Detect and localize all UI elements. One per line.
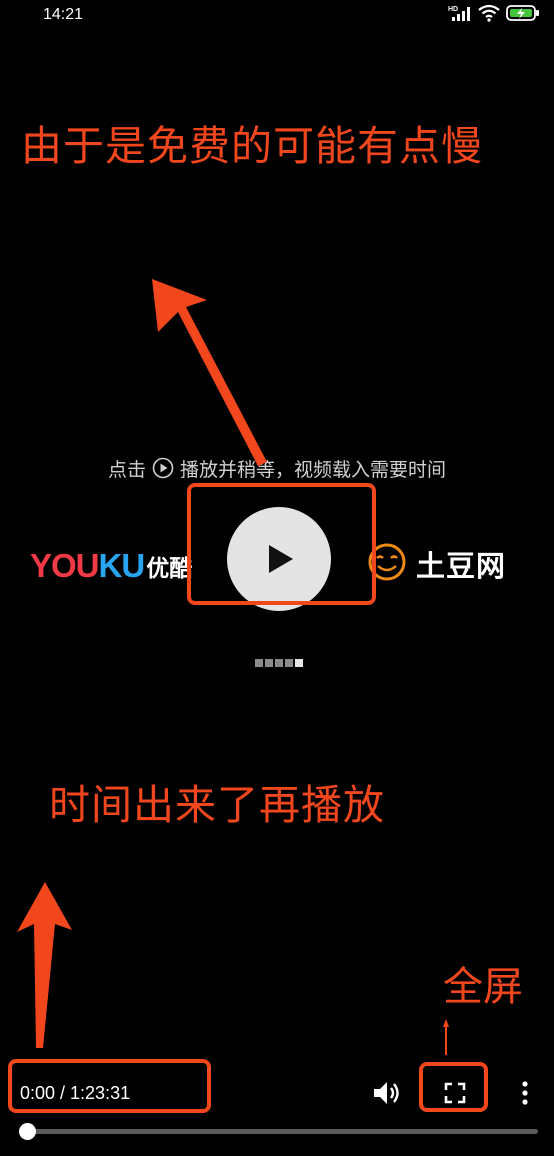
youku-logo: YOUKU 优酷 (30, 546, 192, 586)
battery-charging-icon (506, 4, 540, 26)
progress-thumb[interactable] (19, 1123, 36, 1140)
play-button[interactable] (227, 507, 331, 611)
time-display: 0:00 / 1:23:31 (20, 1083, 131, 1103)
status-icons: HD (448, 4, 540, 26)
more-options-button[interactable] (513, 1078, 537, 1108)
more-vertical-icon (522, 1081, 528, 1105)
tudou-logo-cn: 土豆网 (416, 549, 507, 583)
play-icon (269, 545, 293, 573)
volume-button[interactable] (370, 1078, 404, 1108)
play-circle-icon (152, 457, 174, 484)
youku-logo-cn: 优酷 (146, 556, 193, 582)
annotation-fullscreen-label: 全屏 (443, 964, 523, 1010)
tudou-face-icon (366, 541, 408, 587)
status-bar: 14:21 HD (0, 0, 554, 32)
wifi-icon (478, 4, 500, 26)
play-hint-suffix: 播放并稍等，视频载入需要时间 (180, 459, 447, 481)
play-hint-prefix: 点击 (107, 459, 146, 481)
play-hint: 点击 播放并稍等，视频载入需要时间 (0, 455, 554, 484)
fullscreen-button[interactable] (438, 1078, 472, 1108)
status-time: 14:21 (43, 6, 84, 23)
annotation-arrow-up-left (152, 279, 267, 466)
loading-indicator (255, 659, 303, 667)
annotation-wait-time-notice: 时间出来了再播放 (49, 781, 385, 829)
volume-icon (374, 1082, 399, 1104)
annotation-slow-notice: 由于是免费的可能有点慢 (21, 122, 483, 170)
fullscreen-icon (444, 1082, 466, 1104)
annotation-arrow-up-time (17, 882, 72, 1048)
youku-logo-text: YOUKU (30, 547, 145, 584)
tudou-logo: 土豆网 (366, 542, 506, 586)
hd-label: HD (448, 6, 458, 13)
progress-bar[interactable] (26, 1129, 538, 1134)
signal-icon: HD (448, 4, 472, 26)
